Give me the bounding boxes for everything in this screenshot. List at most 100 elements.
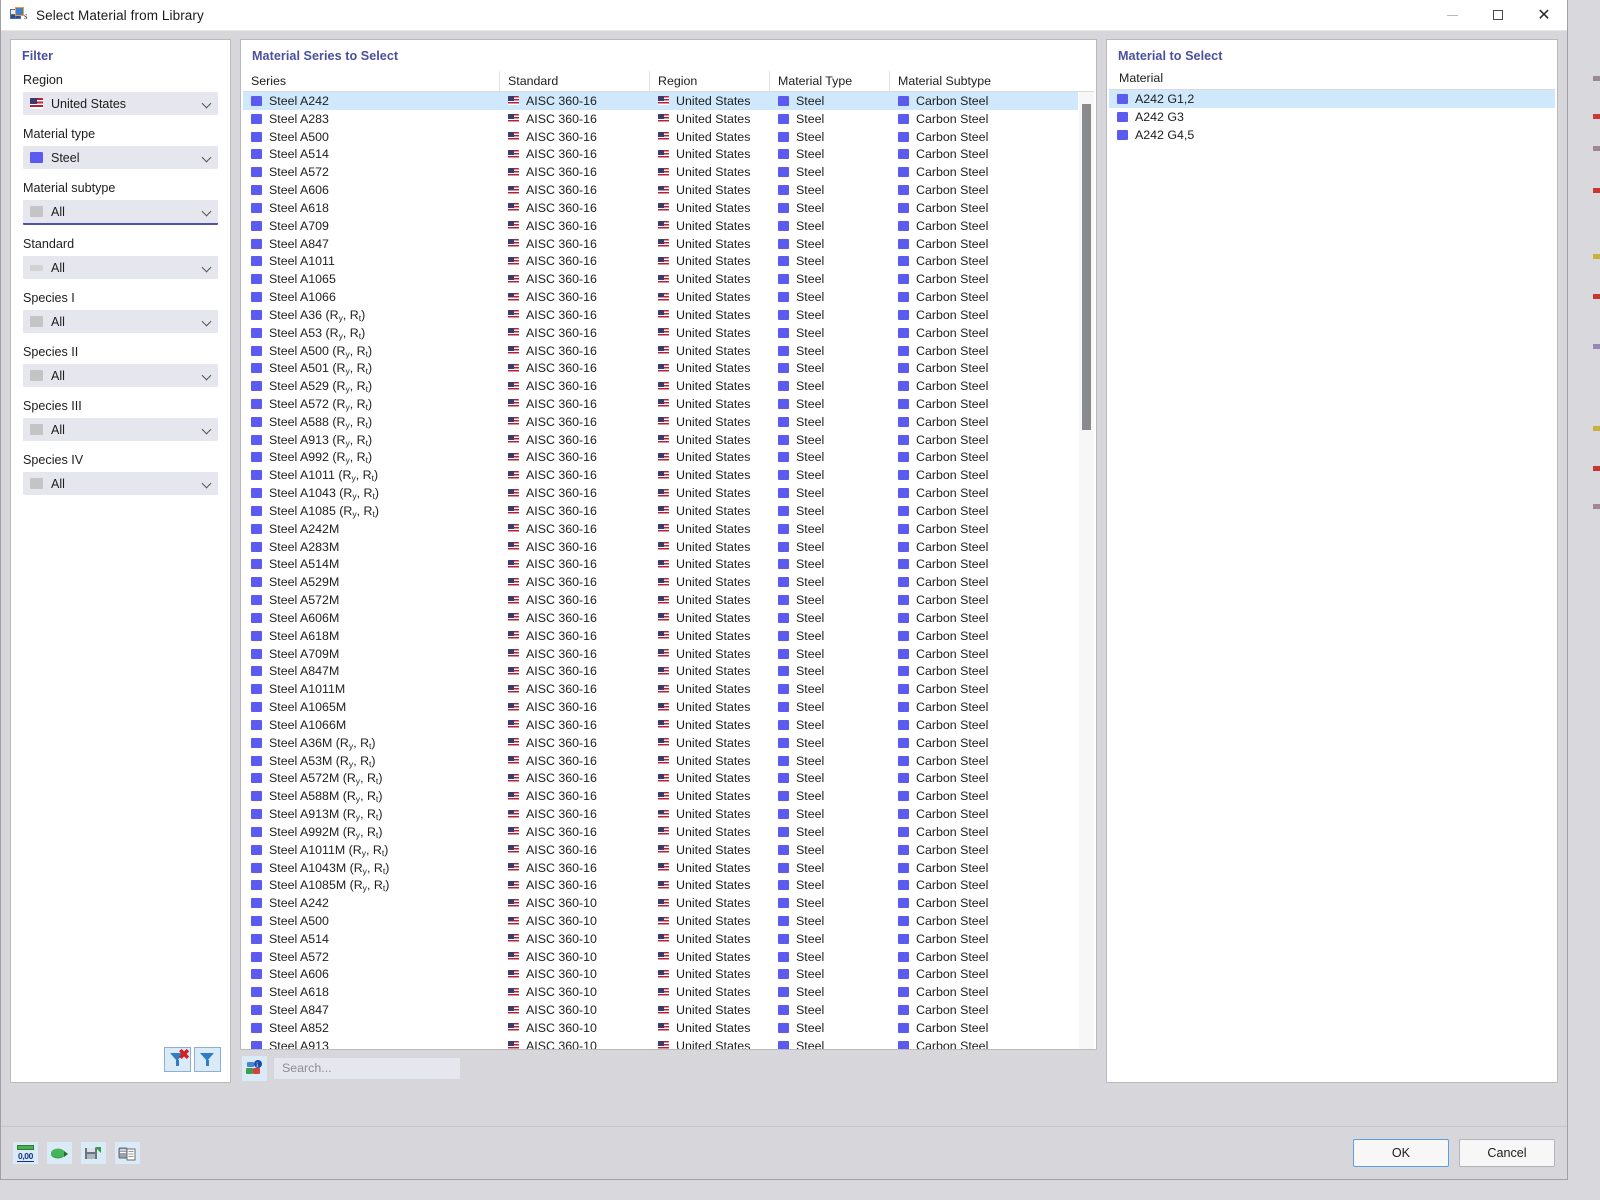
table-row[interactable]: Steel A852 AISC 360-10 United States Steel C… [243, 1019, 1078, 1037]
steel-swatch-icon [778, 505, 789, 516]
copy-icon[interactable] [115, 1142, 140, 1164]
table-row[interactable]: Steel A588M (Ry, Rt) AISC 360-16 United St… [243, 787, 1078, 805]
table-row[interactable]: Steel A500 AISC 360-16 United States Steel C… [243, 128, 1078, 146]
table-row[interactable]: Steel A1065 AISC 360-16 United States Steel… [243, 270, 1078, 288]
cancel-button[interactable]: Cancel [1459, 1139, 1555, 1167]
filter-select-material-type[interactable]: Steel [23, 146, 218, 169]
clear-filter-button[interactable]: ✖ [164, 1047, 191, 1072]
table-row[interactable]: Steel A1065M AISC 360-16 United States Stee… [243, 698, 1078, 716]
table-row[interactable]: Steel A1011M AISC 360-16 United States Stee… [243, 680, 1078, 698]
column-header-region[interactable]: Region [650, 71, 770, 91]
table-row[interactable]: Steel A1085 (Ry, Rt) AISC 360-16 United St… [243, 502, 1078, 520]
export-icon[interactable] [47, 1142, 72, 1164]
table-row[interactable]: Steel A53M (Ry, Rt) AISC 360-16 United Sta… [243, 752, 1078, 770]
table-row[interactable]: Steel A913 AISC 360-10 United States Steel C… [243, 1037, 1078, 1049]
table-row[interactable]: Steel A847 AISC 360-10 United States Steel C… [243, 1001, 1078, 1019]
cell-material-type-text: Steel [796, 539, 825, 554]
cell-standard: AISC 360-16 [500, 591, 650, 609]
table-row[interactable]: Steel A1085M (Ry, Rt) AISC 360-16 United S… [243, 876, 1078, 894]
ok-button[interactable]: OK [1353, 1139, 1449, 1167]
filter-select-species-3[interactable]: All [23, 418, 218, 441]
table-row[interactable]: Steel A572 AISC 360-16 United States Steel C… [243, 163, 1078, 181]
cell-material-subtype: Carbon Steel [890, 841, 1078, 859]
column-header-material-subtype[interactable]: Material Subtype [890, 71, 1094, 91]
cell-region-text: United States [676, 557, 751, 572]
table-row[interactable]: Steel A242 AISC 360-16 United States Steel C… [243, 92, 1078, 110]
cell-standard-text: AISC 360-16 [526, 753, 597, 768]
table-row[interactable]: Steel A529M AISC 360-16 United States Steel… [243, 573, 1078, 591]
table-row[interactable]: Steel A514 AISC 360-16 United States Steel C… [243, 145, 1078, 163]
column-header-material-type[interactable]: Material Type [770, 71, 890, 91]
cell-material-subtype: Carbon Steel [890, 876, 1078, 894]
table-row[interactable]: Steel A618 AISC 360-10 United States Steel C… [243, 983, 1078, 1001]
table-row[interactable]: Steel A1011 AISC 360-16 United States Steel… [243, 252, 1078, 270]
cell-material-type: Steel [770, 930, 890, 948]
table-row[interactable]: Steel A36M (Ry, Rt) AISC 360-16 United Sta… [243, 734, 1078, 752]
filter-search-icon[interactable]: i [242, 1055, 267, 1081]
table-row[interactable]: Steel A572 (Ry, Rt) AISC 360-16 United Sta… [243, 395, 1078, 413]
table-row[interactable]: Steel A1011M (Ry, Rt) AISC 360-16 United S… [243, 841, 1078, 859]
table-row[interactable]: Steel A709M AISC 360-16 United States Steel… [243, 645, 1078, 663]
flag-us-icon [508, 898, 519, 908]
cell-material-type-text: Steel [796, 414, 825, 429]
table-row[interactable]: Steel A606 AISC 360-16 United States Steel C… [243, 181, 1078, 199]
list-item[interactable]: A242 G1,2 [1109, 90, 1555, 108]
filter-select-species-1[interactable]: All [23, 310, 218, 333]
close-icon[interactable]: ✕ [1521, 0, 1567, 31]
table-row[interactable]: Steel A572 AISC 360-10 United States Steel C… [243, 948, 1078, 966]
table-row[interactable]: Steel A618M AISC 360-16 United States Steel… [243, 627, 1078, 645]
table-row[interactable]: Steel A606 AISC 360-10 United States Steel C… [243, 966, 1078, 984]
table-row[interactable]: Steel A514 AISC 360-10 United States Steel C… [243, 930, 1078, 948]
filter-select-species-2[interactable]: All [23, 364, 218, 387]
table-row[interactable]: Steel A242 AISC 360-10 United States Steel C… [243, 894, 1078, 912]
table-row[interactable]: Steel A1043 (Ry, Rt) AISC 360-16 United St… [243, 484, 1078, 502]
table-row[interactable]: Steel A242M AISC 360-16 United States Steel… [243, 520, 1078, 538]
filter-select-material-subtype[interactable]: All [23, 200, 218, 225]
table-row[interactable]: Steel A529 (Ry, Rt) AISC 360-16 United Sta… [243, 377, 1078, 395]
table-row[interactable]: Steel A1066M AISC 360-16 United States Stee… [243, 716, 1078, 734]
numeric-format-icon[interactable]: 0,00 [13, 1142, 38, 1164]
table-row[interactable]: Steel A1043M (Ry, Rt) AISC 360-16 United S… [243, 859, 1078, 877]
table-row[interactable]: Steel A913 (Ry, Rt) AISC 360-16 United Sta… [243, 431, 1078, 449]
table-row[interactable]: Steel A501 (Ry, Rt) AISC 360-16 United Sta… [243, 359, 1078, 377]
list-item[interactable]: A242 G4,5 [1109, 126, 1555, 144]
table-row[interactable]: Steel A1066 AISC 360-16 United States Steel… [243, 288, 1078, 306]
series-scrollbar-thumb[interactable] [1082, 104, 1091, 430]
save-icon[interactable] [81, 1142, 106, 1164]
column-header-series[interactable]: Series [243, 71, 500, 91]
maximize-icon[interactable] [1475, 0, 1521, 31]
table-row[interactable]: Steel A283 AISC 360-16 United States Steel C… [243, 110, 1078, 128]
search-input[interactable] [274, 1057, 460, 1079]
table-row[interactable]: Steel A847 AISC 360-16 United States Steel C… [243, 235, 1078, 253]
table-row[interactable]: Steel A913M (Ry, Rt) AISC 360-16 United St… [243, 805, 1078, 823]
minimize-icon[interactable] [1429, 0, 1475, 31]
table-row[interactable]: Steel A36 (Ry, Rt) AISC 360-16 United Stat… [243, 306, 1078, 324]
material-column-header: Material [1109, 71, 1555, 90]
table-row[interactable]: Steel A1011 (Ry, Rt) AISC 360-16 United St… [243, 466, 1078, 484]
table-row[interactable]: Steel A572M (Ry, Rt) AISC 360-16 United St… [243, 769, 1078, 787]
steel-swatch-icon [251, 149, 262, 160]
list-item[interactable]: A242 G3 [1109, 108, 1555, 126]
table-row[interactable]: Steel A588 (Ry, Rt) AISC 360-16 United Sta… [243, 413, 1078, 431]
filter-select-standard[interactable]: All [23, 256, 218, 279]
table-row[interactable]: Steel A847M AISC 360-16 United States Steel… [243, 663, 1078, 681]
filter-select-species-4[interactable]: All [23, 472, 218, 495]
table-row[interactable]: Steel A500 (Ry, Rt) AISC 360-16 United Sta… [243, 342, 1078, 360]
steel-swatch-icon [1117, 93, 1128, 104]
cell-material-subtype: Carbon Steel [890, 431, 1078, 449]
table-row[interactable]: Steel A500 AISC 360-10 United States Steel C… [243, 912, 1078, 930]
table-row[interactable]: Steel A992 (Ry, Rt) AISC 360-16 United Sta… [243, 449, 1078, 467]
table-row[interactable]: Steel A618 AISC 360-16 United States Steel C… [243, 199, 1078, 217]
apply-filter-button[interactable] [194, 1047, 221, 1072]
table-row[interactable]: Steel A606M AISC 360-16 United States Steel… [243, 609, 1078, 627]
filter-select-region[interactable]: United States [23, 92, 218, 115]
table-row[interactable]: Steel A283M AISC 360-16 United States Steel… [243, 538, 1078, 556]
table-row[interactable]: Steel A514M AISC 360-16 United States Steel… [243, 556, 1078, 574]
table-row[interactable]: Steel A709 AISC 360-16 United States Steel C… [243, 217, 1078, 235]
column-header-standard[interactable]: Standard [500, 71, 650, 91]
cell-material-type: Steel [770, 199, 890, 217]
series-scrollbar[interactable] [1079, 92, 1094, 1049]
table-row[interactable]: Steel A53 (Ry, Rt) AISC 360-16 United Stat… [243, 324, 1078, 342]
table-row[interactable]: Steel A992M (Ry, Rt) AISC 360-16 United St… [243, 823, 1078, 841]
table-row[interactable]: Steel A572M AISC 360-16 United States Steel… [243, 591, 1078, 609]
